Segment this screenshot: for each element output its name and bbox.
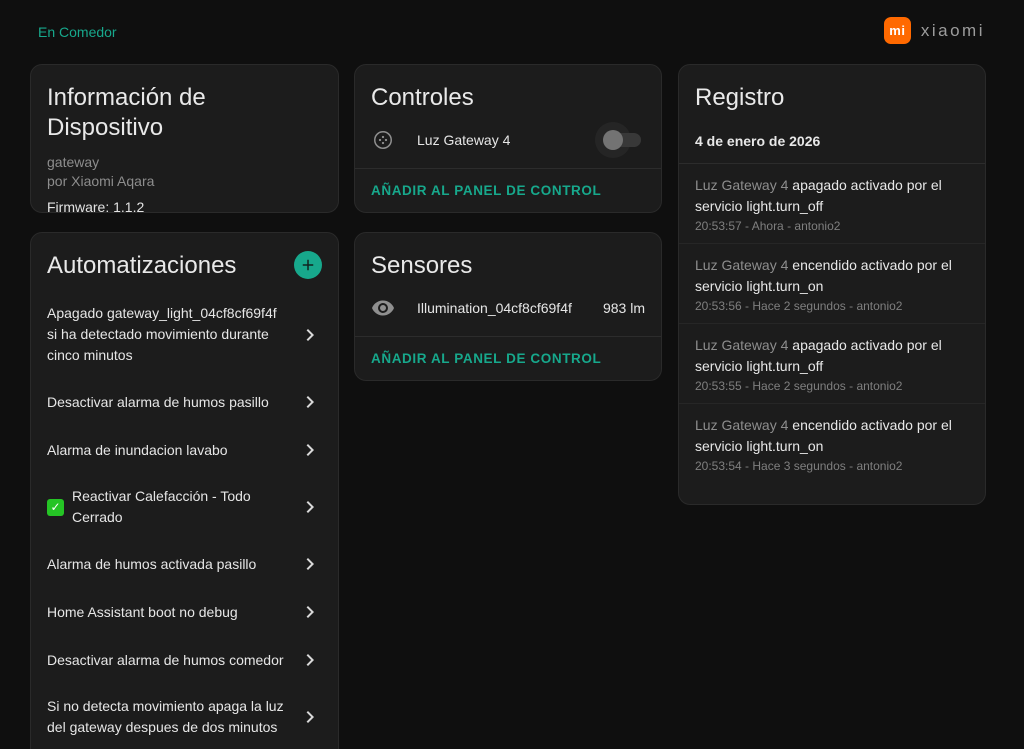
- logbook-date: 4 de enero de 2026: [679, 113, 985, 164]
- automation-item[interactable]: ✓ Si no detecta movimiento apaga la luz …: [31, 684, 338, 749]
- logbook-message: Luz Gateway 4 encendido activado por el …: [695, 255, 969, 297]
- chevron-right-icon: [298, 390, 322, 414]
- chevron-right-icon: [298, 648, 322, 672]
- device-meta: gateway por Xiaomi Aqara: [31, 143, 338, 191]
- logbook-entity-link[interactable]: Luz Gateway 4: [695, 177, 788, 193]
- breadcrumb[interactable]: En Comedor: [38, 24, 117, 40]
- automations-list: ✓ Apagado gateway_light_04cf8cf69f4f si …: [31, 281, 338, 749]
- left-column: Información de Dispositivo gateway por X…: [30, 64, 339, 749]
- logbook-timestamp: 20:53:55 - Hace 2 segundos - antonio2: [695, 379, 969, 393]
- logbook-entry: Luz Gateway 4 apagado activado por el se…: [679, 324, 985, 404]
- automation-label: Alarma de humos activada pasillo: [47, 554, 290, 575]
- automation-item[interactable]: ✓ Home Assistant boot no debug: [31, 588, 338, 636]
- logbook-card: Registro 4 de enero de 2026 Luz Gateway …: [678, 64, 986, 505]
- automation-label: Alarma de inundacion lavabo: [47, 440, 290, 461]
- middle-column: Controles Luz Gateway 4: [354, 64, 662, 381]
- plus-icon: [299, 256, 317, 274]
- sensors-add-link[interactable]: AÑADIR AL PANEL DE CONTROL: [371, 351, 601, 366]
- device-info-title: Información de Dispositivo: [31, 65, 338, 143]
- automations-card: Automatizaciones ✓ Apagado gateway_light…: [30, 232, 339, 749]
- logbook-timestamp: 20:53:54 - Hace 3 segundos - antonio2: [695, 459, 969, 473]
- automation-item[interactable]: ✓ Alarma de humos activada pasillo: [31, 540, 338, 588]
- device-firmware: Firmware: 1.1.2: [31, 191, 338, 213]
- sensor-value: 983 lm: [603, 300, 645, 316]
- sensors-card: Sensores Illumination_04cf8cf69f4f 983 l…: [354, 232, 662, 381]
- automation-item[interactable]: ✓ Desactivar alarma de humos comedor: [31, 636, 338, 684]
- sensors-rows: Illumination_04cf8cf69f4f 983 lm: [355, 281, 661, 336]
- chevron-right-icon: [298, 600, 322, 624]
- chevron-right-icon: [298, 323, 322, 347]
- automation-item[interactable]: ✓ Desactivar alarma de humos pasillo: [31, 378, 338, 426]
- automation-item[interactable]: ✓ Apagado gateway_light_04cf8cf69f4f si …: [31, 291, 338, 378]
- logbook-entry: Luz Gateway 4 encendido activado por el …: [679, 244, 985, 324]
- chevron-right-icon: [298, 438, 322, 462]
- logbook-title: Registro: [679, 65, 985, 113]
- automations-title: Automatizaciones: [31, 233, 252, 281]
- logbook-timestamp: 20:53:57 - Ahora - antonio2: [695, 219, 969, 233]
- automation-label: Reactivar Calefacción - Todo Cerrado: [72, 486, 290, 528]
- automation-label: Apagado gateway_light_04cf8cf69f4f si ha…: [47, 303, 290, 366]
- toggle-thumb: [603, 130, 623, 150]
- brand-name: xiaomi: [921, 21, 985, 41]
- sensors-title: Sensores: [355, 233, 661, 281]
- controls-rows: Luz Gateway 4: [355, 113, 661, 168]
- automation-item[interactable]: ✓ Alarma de inundacion lavabo: [31, 426, 338, 474]
- logbook-entry: Luz Gateway 4 encendido activado por el …: [679, 404, 985, 483]
- chevron-right-icon: [298, 552, 322, 576]
- logbook-entity-link[interactable]: Luz Gateway 4: [695, 417, 788, 433]
- add-automation-button[interactable]: [294, 251, 322, 279]
- logbook-message: Luz Gateway 4 encendido activado por el …: [695, 415, 969, 457]
- logbook-entity-link[interactable]: Luz Gateway 4: [695, 337, 788, 353]
- control-entity-name: Luz Gateway 4: [409, 132, 586, 148]
- device-manufacturer: por Xiaomi Aqara: [47, 172, 322, 191]
- sensor-row[interactable]: Illumination_04cf8cf69f4f 983 lm: [355, 281, 661, 334]
- automation-label: Home Assistant boot no debug: [47, 602, 290, 623]
- check-icon: ✓: [47, 499, 64, 516]
- top-bar: En Comedor mi xiaomi: [0, 0, 1024, 64]
- automation-label: Si no detecta movimiento apaga la luz de…: [47, 696, 290, 738]
- chevron-right-icon: [298, 495, 322, 519]
- sensors-add-section: AÑADIR AL PANEL DE CONTROL: [355, 336, 661, 380]
- chevron-right-icon: [298, 705, 322, 729]
- automation-label: Desactivar alarma de humos pasillo: [47, 392, 290, 413]
- device-model: gateway: [47, 153, 322, 172]
- controls-card: Controles Luz Gateway 4: [354, 64, 662, 213]
- light-icon: [371, 128, 395, 152]
- logbook-timestamp: 20:53:56 - Hace 2 segundos - antonio2: [695, 299, 969, 313]
- automation-item[interactable]: ✓ Reactivar Calefacción - Todo Cerrado: [31, 474, 338, 540]
- automation-label: Desactivar alarma de humos comedor: [47, 650, 290, 671]
- sensor-entity-name: Illumination_04cf8cf69f4f: [409, 300, 589, 316]
- light-toggle[interactable]: [600, 124, 645, 156]
- xiaomi-logo-icon: mi: [884, 17, 911, 44]
- controls-add-section: AÑADIR AL PANEL DE CONTROL: [355, 168, 661, 212]
- controls-add-link[interactable]: AÑADIR AL PANEL DE CONTROL: [371, 183, 601, 198]
- logbook-message: Luz Gateway 4 apagado activado por el se…: [695, 335, 969, 377]
- logbook-message: Luz Gateway 4 apagado activado por el se…: [695, 175, 969, 217]
- logbook-entry: Luz Gateway 4 apagado activado por el se…: [679, 164, 985, 244]
- automations-header: Automatizaciones: [31, 233, 338, 281]
- right-column: Registro 4 de enero de 2026 Luz Gateway …: [678, 64, 986, 505]
- eye-icon: [371, 296, 395, 320]
- control-row[interactable]: Luz Gateway 4: [355, 113, 661, 166]
- xiaomi-brand: mi xiaomi: [884, 17, 985, 44]
- device-info-card: Información de Dispositivo gateway por X…: [30, 64, 339, 213]
- controls-title: Controles: [355, 65, 661, 113]
- logbook-entries: Luz Gateway 4 apagado activado por el se…: [679, 164, 985, 483]
- logbook-entity-link[interactable]: Luz Gateway 4: [695, 257, 788, 273]
